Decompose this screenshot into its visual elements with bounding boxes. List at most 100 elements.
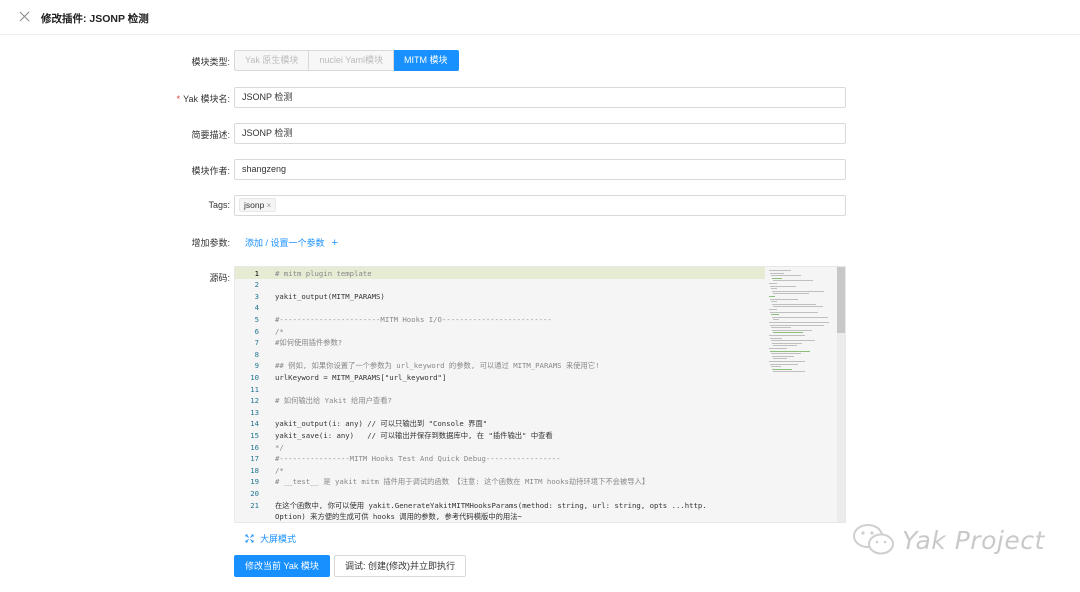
code-line: yakit_output(MITM_PARAMS) — [275, 291, 385, 301]
minimap-line — [773, 306, 823, 308]
code-line: #----------------MITM Hooks Test And Qui… — [275, 454, 561, 464]
drawer-header: 修改插件: JSONP 检测 — [0, 0, 1080, 35]
source-label: 源码: — [209, 273, 230, 283]
code-line: ## 例如, 如果你设置了一个参数为 url_keyword 的参数, 可以通过… — [275, 361, 600, 371]
line-number: 10 — [250, 372, 259, 382]
code-line: #如何使用插件参数? — [275, 338, 343, 348]
params-label: 增加参数: — [191, 238, 230, 248]
description-label: 简要描述: — [191, 130, 230, 140]
minimap-line — [772, 290, 824, 292]
line-number: 21 — [250, 500, 259, 510]
line-number: 5 — [254, 314, 259, 324]
line-number: 1 — [254, 268, 259, 278]
minimap-line — [772, 316, 828, 318]
minimap-line — [771, 314, 779, 316]
tags-input[interactable]: jsonp × — [234, 195, 846, 216]
line-number: 12 — [250, 396, 259, 406]
description-input[interactable]: JSONP 检测 — [234, 123, 846, 144]
module-type-nuclei-option[interactable]: nuclei Yaml模块 — [309, 50, 395, 71]
line-number: 3 — [254, 291, 259, 301]
line-number: 11 — [250, 384, 259, 394]
code-minimap[interactable] — [765, 267, 837, 522]
code-line: /* — [275, 326, 284, 336]
module-type-yak-option[interactable]: Yak 原生模块 — [234, 50, 310, 71]
minimap-line — [772, 342, 802, 344]
minimap-line — [773, 280, 813, 282]
debug-run-button[interactable]: 调试: 创建(修改)并立即执行 — [334, 555, 466, 577]
minimap-line — [772, 355, 794, 357]
minimap-line — [771, 327, 791, 329]
drawer-title: 修改插件: JSONP 检测 — [41, 13, 149, 25]
minimap-line — [772, 277, 782, 279]
minimap-line — [770, 363, 798, 365]
line-number: 6 — [254, 326, 259, 336]
tag-remove-icon[interactable]: × — [266, 200, 271, 210]
code-line: #-----------------------MITM Hooks I/O--… — [275, 314, 552, 324]
line-number: 18 — [250, 465, 259, 475]
minimap-line — [769, 348, 787, 349]
wechat-logo-icon — [853, 524, 894, 555]
tags-label: Tags: — [208, 200, 230, 210]
code-line: 在这个函数中, 你可以使用 yakit.GenerateYakitMITMHoo… — [275, 500, 707, 510]
code-line: # __test__ 是 yakit mitm 插件用于调试的函数 【注意: 这… — [275, 477, 650, 487]
author-input[interactable]: shangzeng — [234, 159, 846, 180]
minimap-line — [770, 298, 798, 300]
minimap-line — [771, 288, 777, 290]
minimap-line — [769, 309, 777, 310]
minimap-line — [770, 285, 796, 287]
minimap-line — [770, 272, 784, 274]
minimap-line — [769, 296, 775, 297]
code-line: Option) 来方便的生成可供 hooks 调用的参数, 参考代码模版中的用法… — [275, 512, 522, 522]
minimap-line — [773, 371, 805, 373]
minimap-line — [769, 361, 805, 362]
line-number: 15 — [250, 430, 259, 440]
code-line: urlKeyword = MITM_PARAMS["url_keyword"] — [275, 372, 447, 382]
minimap-line — [771, 301, 777, 303]
line-number: 20 — [250, 488, 259, 498]
minimap-line — [773, 293, 809, 295]
submit-button[interactable]: 修改当前 Yak 模块 — [234, 555, 330, 577]
minimap-line — [772, 368, 792, 370]
code-line: */ — [275, 442, 284, 452]
code-line: # 如何输出给 Yakit 给用户查看? — [275, 396, 392, 406]
add-param-link[interactable]: 添加 / 设置一个参数 + — [245, 236, 338, 249]
code-line: # mitm plugin template — [275, 268, 372, 278]
module-type-label: 模块类型: — [191, 57, 230, 67]
line-number: 4 — [254, 303, 259, 313]
minimap-line — [769, 335, 805, 336]
code-editor[interactable]: 1 2 3 4 5 6 7 8 9 10 11 12 13 14 15 16 17 18 19 20 21 # mitm… — [234, 266, 846, 523]
module-type-selector: Yak 原生模块 nuclei Yaml模块 MITM 模块 — [234, 50, 459, 71]
watermark: Yak Project — [852, 522, 1045, 558]
line-number-gutter: 1 2 3 4 5 6 7 8 9 10 11 12 13 14 15 16 17 18 19 20 21 — [235, 267, 265, 522]
line-number: 8 — [254, 349, 259, 359]
minimap-line — [769, 270, 791, 271]
minimap-line — [773, 345, 797, 347]
line-number: 9 — [254, 361, 259, 371]
code-line: yakit_output(i: any) // 可以只输出到 "Console … — [275, 419, 488, 429]
expand-icon — [245, 534, 254, 543]
minimap-line — [771, 275, 801, 277]
minimap-line — [772, 303, 816, 305]
code-line: /* — [275, 465, 284, 475]
author-label: 模块作者: — [191, 166, 230, 176]
minimap-line — [770, 337, 782, 339]
module-type-mitm-option[interactable]: MITM 模块 — [394, 50, 459, 71]
code-area[interactable]: # mitm plugin template yakit_output(MITM_… — [265, 267, 765, 522]
minimap-line — [773, 358, 787, 360]
close-icon[interactable] — [18, 10, 32, 24]
editor-scrollbar-thumb[interactable] — [837, 267, 845, 333]
minimap-line — [769, 283, 777, 284]
line-number: 19 — [250, 477, 259, 487]
minimap-line — [771, 353, 801, 355]
editor-scrollbar[interactable] — [837, 267, 845, 522]
code-line: yakit_save(i: any) // 可以输出并保存到数据库中, 在 "插… — [275, 430, 553, 440]
module-name-input[interactable]: JSONP 检测 — [234, 87, 846, 108]
fullscreen-link[interactable]: 大屏模式 — [245, 532, 296, 545]
minimap-line — [770, 324, 824, 326]
minimap-line — [770, 311, 818, 313]
line-number: 17 — [250, 454, 259, 464]
minimap-line — [771, 340, 815, 342]
